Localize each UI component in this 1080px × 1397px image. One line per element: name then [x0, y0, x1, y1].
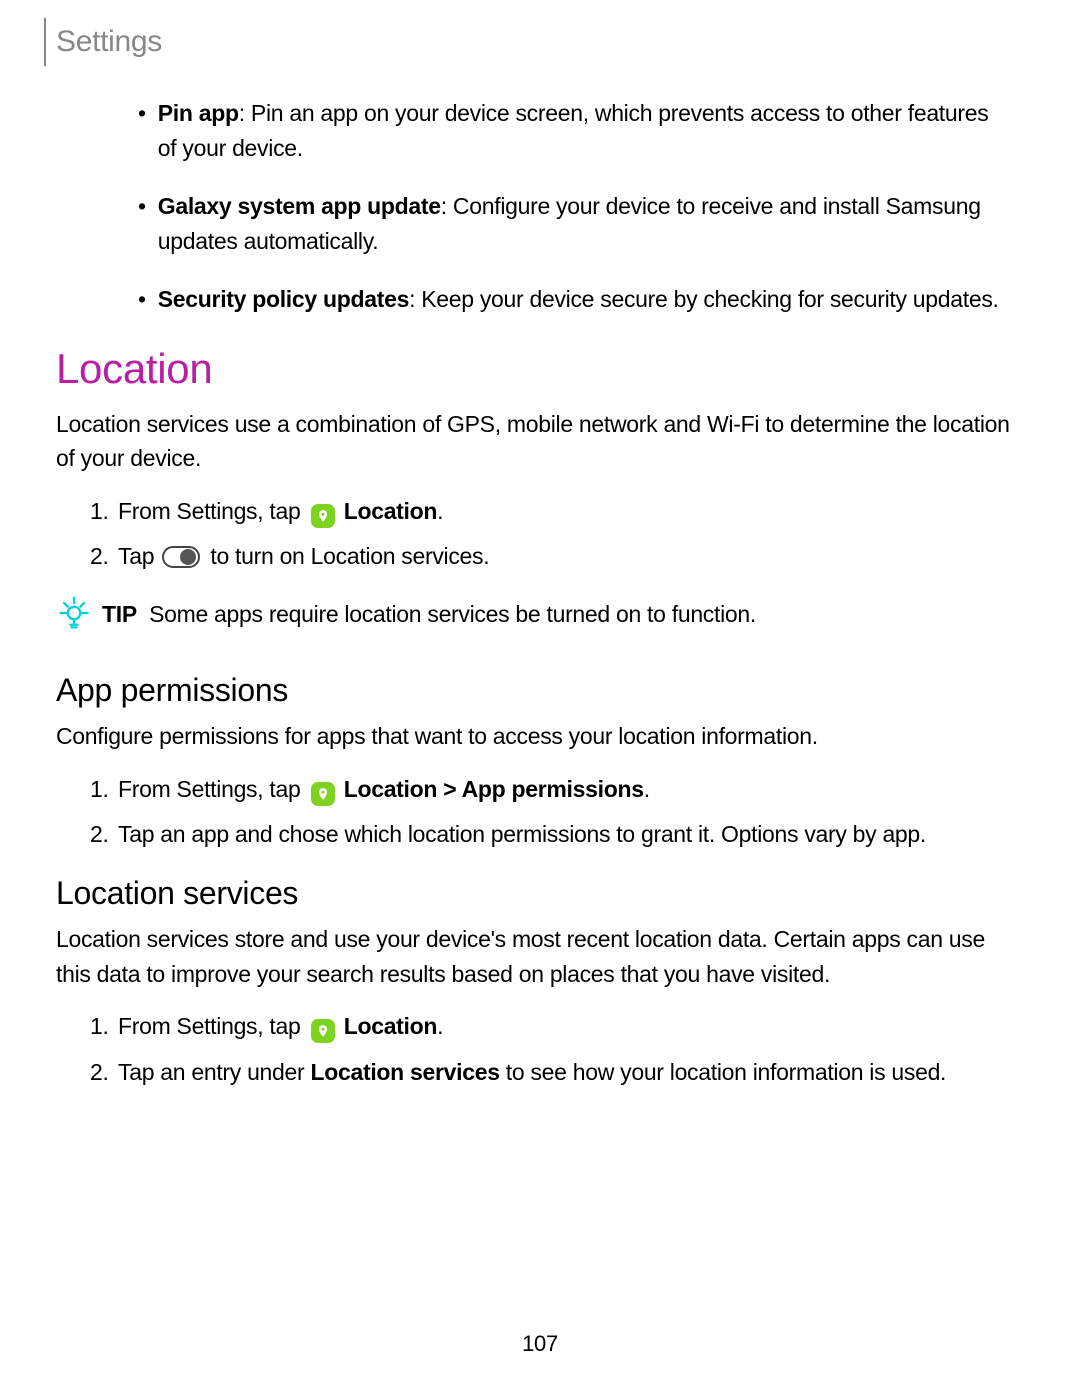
step-fragment: From Settings, tap [118, 776, 301, 802]
app-permissions-steps: 1. From Settings, tap Location > App per… [90, 772, 1024, 853]
location-services-heading: Location services [56, 875, 1024, 912]
page-content: • Pin app: Pin an app on your device scr… [56, 96, 1024, 1112]
location-services-steps: 1. From Settings, tap Location. 2. Tap a… [90, 1009, 1024, 1090]
location-icon [311, 504, 335, 528]
step-text: Tap an entry under Location services to … [118, 1055, 1024, 1091]
step-period: . [437, 1013, 443, 1039]
step-text: From Settings, tap Location > App permis… [118, 772, 1024, 808]
list-item: 1. From Settings, tap Location > App per… [90, 772, 1024, 808]
bullet-text: Security policy updates: Keep your devic… [158, 282, 999, 317]
bullet-desc: : Keep your device secure by checking fo… [409, 286, 999, 312]
list-item: 1. From Settings, tap Location. [90, 1009, 1024, 1045]
step-number: 1. [90, 494, 118, 530]
step-bold: Location > App permissions [344, 776, 644, 802]
bullet-title: Galaxy system app update [158, 193, 441, 219]
step-fragment: Tap [118, 543, 154, 569]
step-number: 1. [90, 772, 118, 808]
step-fragment: From Settings, tap [118, 1013, 301, 1039]
step-number: 2. [90, 539, 118, 575]
bullet-dot-icon: • [138, 282, 146, 317]
app-permissions-description: Configure permissions for apps that want… [56, 719, 1024, 754]
step-text: From Settings, tap Location. [118, 1009, 1024, 1045]
bullet-item: • Security policy updates: Keep your dev… [138, 282, 1004, 317]
step-bold: Location [344, 498, 437, 524]
list-item: 2. Tap an app and chose which location p… [90, 817, 1024, 853]
toggle-off-icon [162, 546, 200, 568]
list-item: 2. Tap an entry under Location services … [90, 1055, 1024, 1091]
bullet-list: • Pin app: Pin an app on your device scr… [138, 96, 1004, 317]
bullet-dot-icon: • [138, 96, 146, 165]
step-period: . [644, 776, 650, 802]
bullet-desc: : Pin an app on your device screen, whic… [158, 100, 989, 161]
step-text: From Settings, tap Location. [118, 494, 1024, 530]
location-icon [311, 1019, 335, 1043]
tip-callout: TIP Some apps require location services … [56, 597, 1024, 641]
tip-body: Some apps require location services be t… [149, 601, 756, 627]
tip-text: TIP Some apps require location services … [102, 597, 756, 632]
step-text: Tap an app and chose which location perm… [118, 817, 1024, 853]
step-number: 2. [90, 1055, 118, 1091]
step-bold: Location [344, 1013, 437, 1039]
lightbulb-icon [56, 595, 92, 641]
step-text: Tap to turn on Location services. [118, 539, 1024, 575]
bullet-title: Security policy updates [158, 286, 409, 312]
header-title: Settings [56, 25, 162, 59]
tip-label: TIP [102, 601, 137, 627]
step-fragment: to turn on Location services. [210, 543, 489, 569]
page-header: Settings [44, 18, 162, 66]
step-fragment: From Settings, tap [118, 498, 301, 524]
step-period: . [437, 498, 443, 524]
location-heading: Location [56, 345, 1024, 393]
step-fragment: to see how your location information is … [500, 1059, 946, 1085]
page-number: 107 [0, 1331, 1080, 1357]
bullet-item: • Pin app: Pin an app on your device scr… [138, 96, 1004, 165]
bullet-text: Pin app: Pin an app on your device scree… [158, 96, 1004, 165]
header-divider [44, 18, 46, 66]
bullet-dot-icon: • [138, 189, 146, 258]
step-number: 2. [90, 817, 118, 853]
bullet-item: • Galaxy system app update: Configure yo… [138, 189, 1004, 258]
step-bold: Location services [310, 1059, 499, 1085]
list-item: 2. Tap to turn on Location services. [90, 539, 1024, 575]
location-steps: 1. From Settings, tap Location. 2. Tap t… [90, 494, 1024, 575]
bullet-title: Pin app [158, 100, 239, 126]
list-item: 1. From Settings, tap Location. [90, 494, 1024, 530]
step-number: 1. [90, 1009, 118, 1045]
location-icon [311, 782, 335, 806]
location-services-description: Location services store and use your dev… [56, 922, 1024, 991]
step-fragment: Tap an entry under [118, 1059, 310, 1085]
app-permissions-heading: App permissions [56, 672, 1024, 709]
location-description: Location services use a combination of G… [56, 407, 1024, 476]
bullet-text: Galaxy system app update: Configure your… [158, 189, 1004, 258]
